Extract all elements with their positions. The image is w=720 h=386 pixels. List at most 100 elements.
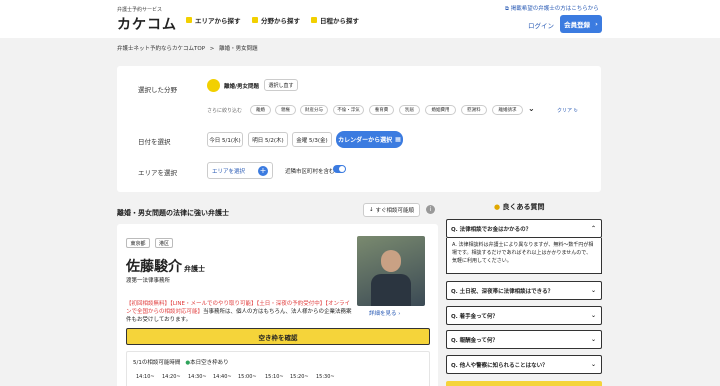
- chip-marital-cost[interactable]: 婚姻費用: [425, 105, 456, 115]
- check-availability-button[interactable]: 空き枠を確認: [126, 328, 430, 345]
- chip-custody[interactable]: 親権: [275, 105, 296, 115]
- sort-icon: ↓: [368, 207, 374, 213]
- faq-item[interactable]: Q. 報酬金って何？ ⌄: [446, 330, 602, 349]
- nav-area[interactable]: エリアから探す: [186, 15, 241, 25]
- nav-marker-icon: [252, 17, 258, 23]
- heart-icon: [207, 79, 220, 92]
- ward-tag: 港区: [155, 238, 173, 248]
- time-slot[interactable]: 15:10~: [265, 374, 284, 380]
- lawyer-intro: 【初回相談無料】【LINE・メールでのやり取り可能】【土日・深夜の予約受付中】【…: [126, 300, 354, 324]
- signup-label: 会員登録: [564, 21, 591, 29]
- detail-label: 詳細を見る: [369, 311, 397, 317]
- faq-heading-label: 良くある質問: [502, 203, 545, 211]
- chip-affair[interactable]: 不倫・浮気: [333, 105, 364, 115]
- slot-date-line: 5/1の相談可能時間 ●本日空き枠あり: [133, 358, 229, 366]
- nav-field[interactable]: 分野から探す: [252, 15, 300, 25]
- law-office: 渡第一法律事務所: [126, 278, 171, 284]
- faq-answer: A. 法律相談料は弁護士により異なりますが、無料〜数千円が相場です。相談するだけ…: [446, 238, 602, 274]
- nav-date-label: 日程から探す: [320, 17, 359, 25]
- faq-heading: ● 良くある質問: [494, 202, 545, 212]
- faq-question: Q. 土日祝、深夜帯に法律相談はできる？: [451, 288, 554, 295]
- selected-field: 離婚/男女問題: [224, 84, 260, 90]
- slot-today: 本日空き枠あり: [190, 360, 229, 366]
- calendar-button-label: カレンダーから選択: [338, 137, 393, 144]
- signup-button[interactable]: 会員登録 ›: [560, 15, 602, 33]
- time-slot[interactable]: 15:30~: [316, 374, 335, 380]
- chevron-down-icon: ⌄: [590, 312, 596, 319]
- clear-filter[interactable]: クリア ↻: [557, 107, 578, 114]
- time-slot[interactable]: 15:20~: [290, 374, 309, 380]
- chevron-down-icon: ⌄: [590, 336, 596, 343]
- faq-question: Q. 着手金って何？: [451, 313, 498, 320]
- nav-field-label: 分野から探す: [261, 17, 300, 25]
- brand-subtitle: 弁護士予約サービス: [117, 7, 163, 13]
- nav-marker-icon: [311, 17, 317, 23]
- chevron-up-icon: ⌃: [590, 225, 596, 232]
- detail-link[interactable]: 詳細を見る ›: [369, 309, 400, 317]
- field-row-label: 選択した分野: [138, 86, 177, 94]
- chip-divorce-claim[interactable]: 離婚請求: [492, 105, 523, 115]
- time-slot[interactable]: 14:30~: [188, 374, 207, 380]
- lawyer-registration-link[interactable]: ⧉ 掲載希望の弁護士の方はこちらから: [505, 4, 599, 13]
- time-slot[interactable]: 14:10~: [136, 374, 155, 380]
- refresh-icon: ↻: [573, 108, 578, 114]
- clear-label: クリア: [557, 108, 573, 114]
- availability-box: 5/1の相談可能時間 ●本日空き枠あり: [126, 351, 430, 386]
- faq-question: Q. 法律相談でお金はかかるの？: [451, 226, 532, 233]
- faq-item[interactable]: Q. 法律相談でお金はかかるの？ ⌃: [446, 219, 602, 238]
- chip-divorce[interactable]: 離婚: [250, 105, 271, 115]
- lawyer-name: 佐藤駿介: [126, 259, 182, 275]
- calendar-icon: ▦: [395, 136, 401, 143]
- plus-icon: +: [258, 166, 268, 176]
- time-slot[interactable]: 15:00~: [238, 374, 257, 380]
- calendar-select-button[interactable]: カレンダーから選択 ▦: [336, 131, 403, 148]
- lawyer-title: 弁護士: [184, 265, 205, 273]
- registration-label: 掲載希望の弁護士の方はこちらから: [510, 6, 599, 12]
- faq-item[interactable]: Q. 着手金って何？ ⌄: [446, 306, 602, 325]
- login-link[interactable]: ログイン: [528, 20, 554, 30]
- lawyer-photo[interactable]: [357, 236, 425, 306]
- expand-chevron-icon[interactable]: ⌄: [528, 104, 535, 113]
- faq-question: Q. 報酬金って何？: [451, 337, 498, 344]
- lawyer-card: 東京都 港区 佐藤駿介 弁護士 渡第一法律事務所 詳細を見る › 【初回相談無料】…: [117, 224, 438, 386]
- breadcrumb-separator: >: [209, 46, 215, 52]
- lightbulb-icon: ●: [494, 203, 501, 211]
- area-row-label: エリアを選択: [138, 169, 177, 177]
- nearby-toggle[interactable]: [333, 165, 346, 173]
- breadcrumb: 弁護士ネット予約ならカケコムTOP > 離婚・男女問題: [117, 44, 258, 52]
- site-logo[interactable]: カケコム: [117, 14, 177, 34]
- date-today[interactable]: 今日 5/1(水): [207, 132, 243, 147]
- nav-marker-icon: [186, 17, 192, 23]
- faq-item[interactable]: Q. 他人や警察に知られることはない？ ⌄: [446, 355, 602, 374]
- prefecture-tag: 東京都: [126, 238, 150, 248]
- info-icon[interactable]: i: [426, 205, 435, 214]
- date-tomorrow[interactable]: 明日 5/2(木): [248, 132, 288, 147]
- time-slot[interactable]: 14:20~: [162, 374, 181, 380]
- narrow-label: さらに絞り込む: [207, 108, 243, 114]
- chip-alimony[interactable]: 慰謝料: [461, 105, 487, 115]
- lawyer-name-line: 佐藤駿介 弁護士: [126, 256, 205, 276]
- nearby-label: 近隣市区町村を含む: [285, 169, 335, 175]
- chip-support[interactable]: 養育費: [369, 105, 394, 115]
- chip-property[interactable]: 財産分与: [300, 105, 328, 115]
- time-slot[interactable]: 14:40~: [213, 374, 232, 380]
- nav-date[interactable]: 日程から探す: [311, 15, 359, 25]
- date-friday[interactable]: 金曜 5/3(金): [292, 132, 332, 147]
- breadcrumb-home[interactable]: 弁護士ネット予約ならカケコムTOP: [117, 46, 205, 52]
- search-filter-panel: 選択した分野 離婚/男女問題 選択し直す さらに絞り込む 離婚 親権 財産分与 …: [117, 66, 601, 192]
- chip-separation[interactable]: 別居: [399, 105, 420, 115]
- faq-more-button[interactable]: [446, 381, 602, 386]
- faq-item[interactable]: Q. 土日祝、深夜帯に法律相談はできる？ ⌄: [446, 281, 602, 300]
- chevron-down-icon: ⌄: [590, 287, 596, 294]
- slot-date: 5/1の相談可能時間: [133, 360, 181, 366]
- area-select-label: エリアを選択: [212, 168, 246, 175]
- chevron-right-icon: ›: [595, 20, 598, 28]
- instant-sort-button[interactable]: ↓ すぐ相談可能順: [363, 203, 420, 217]
- area-select[interactable]: エリアを選択 +: [207, 162, 273, 179]
- results-heading: 離婚・男女問題の法律に強い弁護士: [117, 209, 229, 217]
- instant-sort-label: すぐ相談可能順: [375, 208, 415, 214]
- reselect-button[interactable]: 選択し直す: [264, 79, 298, 91]
- nav-area-label: エリアから探す: [195, 17, 241, 25]
- date-row-label: 日付を選択: [138, 138, 171, 146]
- faq-question: Q. 他人や警察に知られることはない？: [451, 362, 548, 369]
